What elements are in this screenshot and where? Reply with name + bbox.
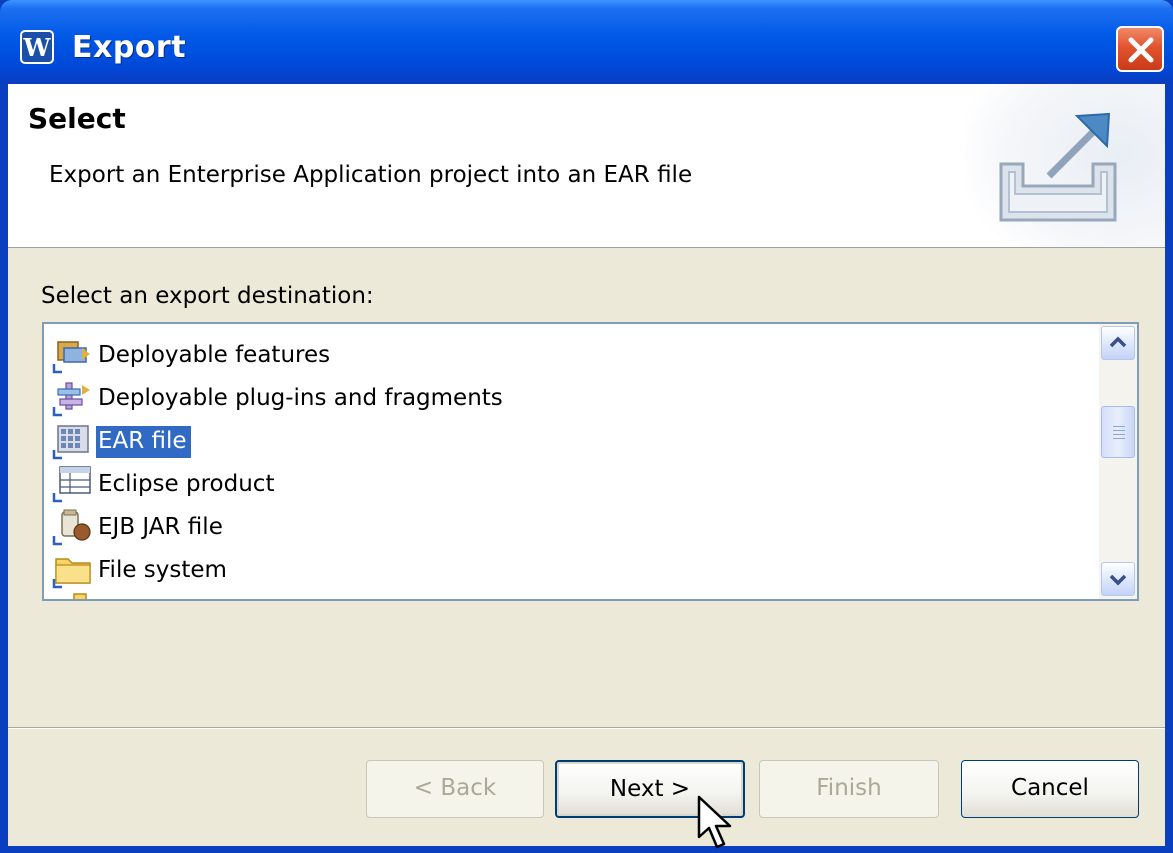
back-button[interactable]: < Back	[366, 760, 544, 818]
page-description: Export an Enterprise Application project…	[49, 162, 693, 188]
page-title: Select	[28, 102, 126, 135]
item-label: Eclipse product	[98, 471, 275, 497]
product-icon	[52, 466, 91, 503]
destination-list[interactable]: Deployable features Deployable plug-ins …	[42, 322, 1139, 601]
vertical-scrollbar[interactable]	[1099, 324, 1137, 599]
scroll-thumb[interactable]	[1101, 406, 1135, 458]
close-button[interactable]	[1116, 26, 1164, 72]
chevron-up-icon	[1109, 336, 1127, 348]
cancel-button[interactable]: Cancel	[961, 760, 1139, 818]
plugins-icon	[52, 382, 90, 417]
item-label: Deployable plug-ins and fragments	[98, 385, 503, 411]
chevron-down-icon	[1109, 574, 1127, 586]
app-icon: W	[20, 30, 54, 64]
scroll-down-button[interactable]	[1101, 562, 1135, 596]
destination-label: Select an export destination:	[41, 283, 374, 309]
item-label: EAR file	[96, 426, 191, 458]
dialog-body: Select Export an Enterprise Application …	[8, 84, 1165, 846]
ejb-jar-icon	[52, 509, 91, 546]
close-icon	[1128, 37, 1154, 63]
item-label: Deployable features	[98, 342, 331, 368]
item-label: File system	[98, 557, 227, 583]
scroll-up-button[interactable]	[1101, 326, 1135, 360]
title-bar[interactable]: W Export	[0, 0, 1173, 84]
window-title: Export	[72, 30, 187, 65]
button-bar-divider	[8, 727, 1165, 729]
export-dialog: W Export Select Export an Enterprise App…	[0, 0, 1173, 853]
ear-file-icon	[52, 425, 89, 460]
folder-icon	[73, 593, 87, 599]
features-icon	[52, 341, 90, 374]
item-label: EJB JAR file	[98, 514, 223, 540]
export-wizard-icon	[999, 112, 1117, 222]
finish-button[interactable]: Finish	[759, 760, 939, 818]
mouse-cursor-icon	[697, 795, 732, 849]
svg-text:W: W	[23, 33, 52, 62]
wizard-header: Select Export an Enterprise Application …	[8, 84, 1165, 248]
folder-icon	[52, 558, 91, 589]
